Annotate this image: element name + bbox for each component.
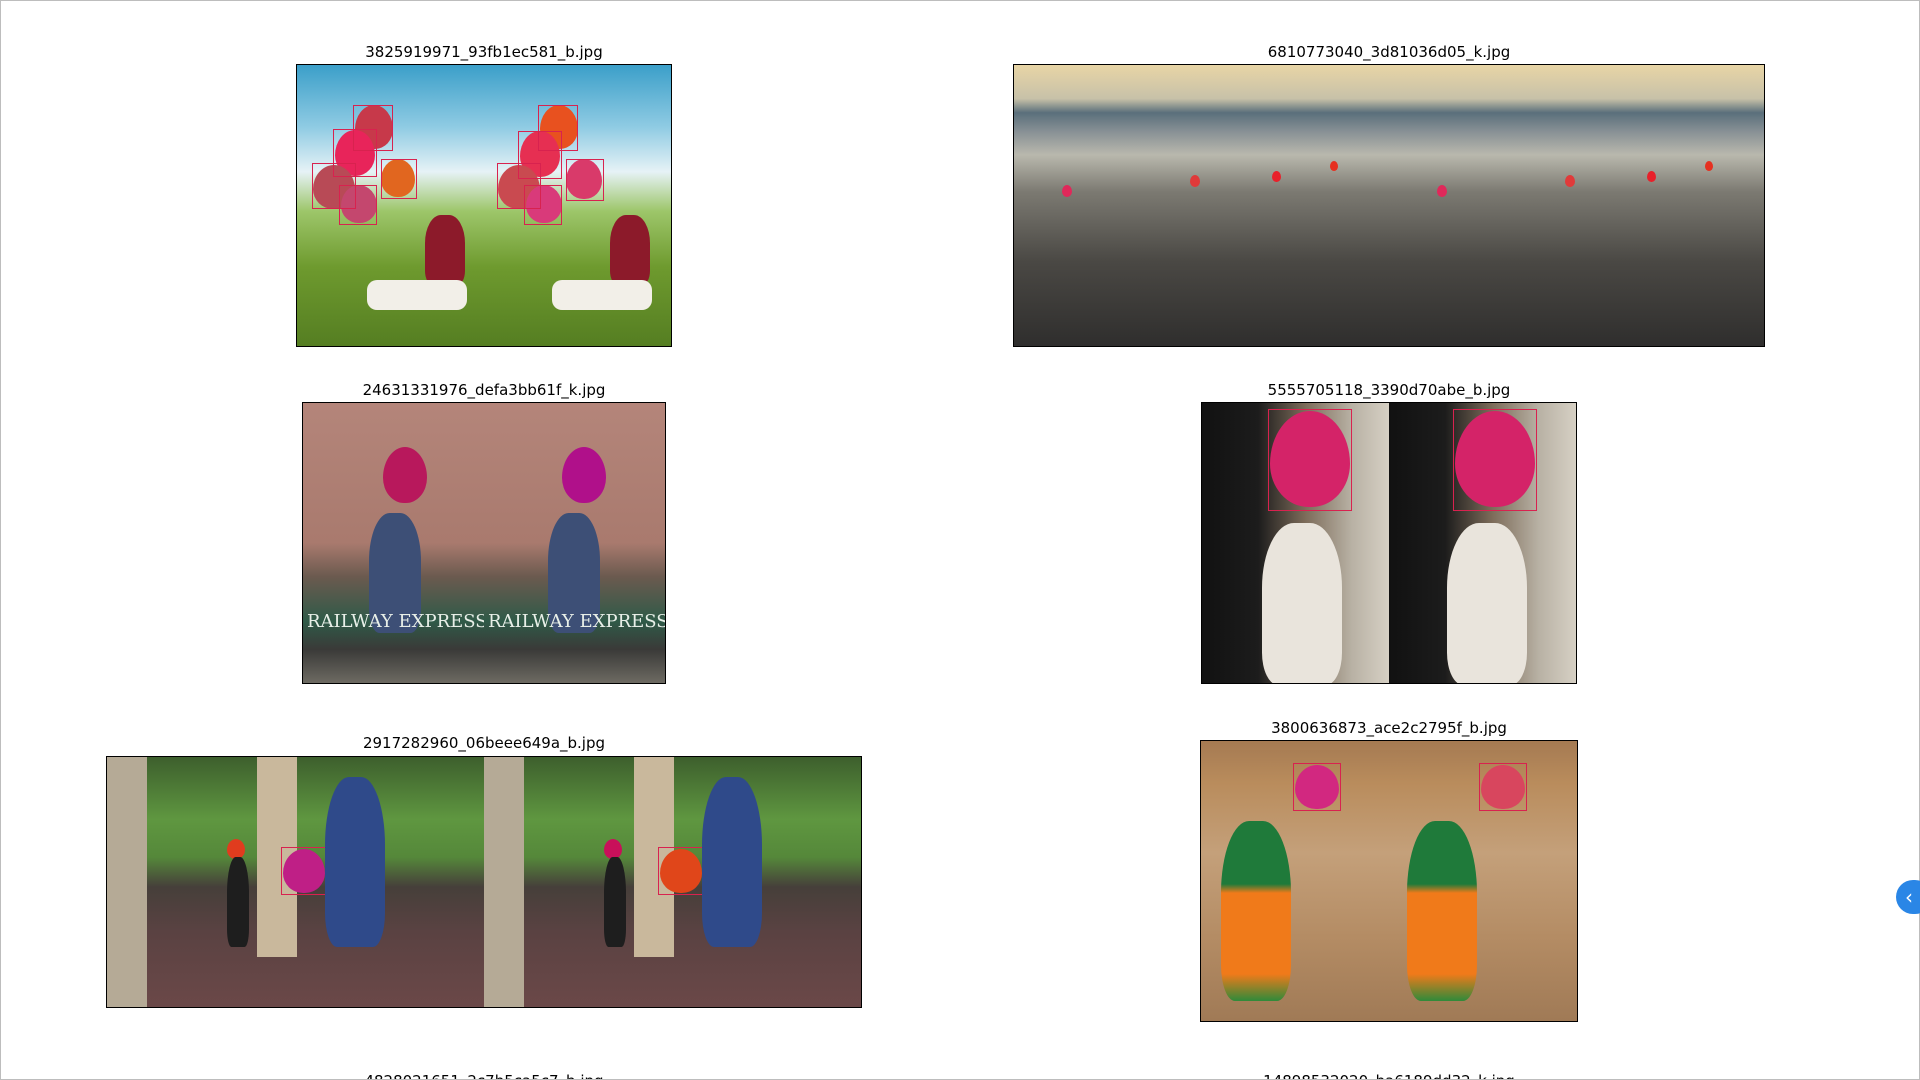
railway-sign: RAILWAY EXPRESS bbox=[488, 611, 665, 632]
predicted-image bbox=[1389, 741, 1577, 1021]
detection-box bbox=[524, 185, 562, 225]
detection-box bbox=[1293, 763, 1341, 811]
image-pair[interactable] bbox=[1013, 64, 1765, 347]
image-panel: 2917282960_06beee649a_b.jpg bbox=[106, 732, 862, 1008]
child-figure bbox=[1262, 523, 1342, 683]
child-figure bbox=[604, 857, 626, 947]
pillar bbox=[484, 757, 524, 1007]
adult-figure bbox=[325, 777, 385, 947]
balloon bbox=[1437, 185, 1447, 197]
balloon bbox=[227, 839, 245, 859]
detection-box bbox=[281, 847, 327, 895]
detection-box bbox=[381, 159, 417, 199]
image-panel: 3800636873_ace2c2795f_b.jpg bbox=[1200, 717, 1578, 1022]
balloon bbox=[1647, 171, 1656, 182]
original-image: RAILWAY EXPRESS bbox=[303, 403, 484, 683]
image-pair[interactable] bbox=[106, 756, 862, 1008]
original-image bbox=[1202, 403, 1389, 683]
image-filename: 4828021651_2c7b5ca5c7_b.jpg bbox=[296, 1072, 672, 1079]
predicted-image bbox=[1389, 65, 1764, 346]
image-panel: 3825919971_93fb1ec581_b.jpg bbox=[296, 41, 672, 347]
image-filename: 2917282960_06beee649a_b.jpg bbox=[362, 734, 606, 752]
image-filename: 3825919971_93fb1ec581_b.jpg bbox=[365, 43, 603, 61]
pillar bbox=[107, 757, 147, 1007]
balloon bbox=[604, 839, 622, 859]
original-image bbox=[297, 65, 484, 346]
balloon bbox=[1565, 175, 1575, 187]
balloon bbox=[1330, 161, 1338, 171]
balloon bbox=[1272, 171, 1281, 182]
predicted-image bbox=[484, 65, 671, 346]
child-figure bbox=[1407, 821, 1477, 1001]
image-pair[interactable]: RAILWAY EXPRESS RAILWAY EXPRESS bbox=[302, 402, 666, 684]
predicted-image bbox=[484, 757, 861, 1007]
detection-box bbox=[339, 185, 377, 225]
child-figure bbox=[227, 857, 249, 947]
child-figure bbox=[610, 215, 650, 285]
original-image bbox=[1201, 741, 1389, 1021]
child-figure bbox=[425, 215, 465, 285]
child-figure bbox=[1221, 821, 1291, 1001]
blanket bbox=[367, 280, 467, 310]
image-pair[interactable] bbox=[1200, 740, 1578, 1022]
image-panel: 6810773040_3d81036d05_k.jpg bbox=[1013, 41, 1765, 347]
balloon bbox=[1062, 185, 1072, 197]
predicted-image bbox=[1389, 403, 1576, 683]
railway-sign: RAILWAY EXPRESS bbox=[307, 611, 484, 632]
image-filename: 24631331976_defa3bb61f_k.jpg bbox=[362, 381, 606, 399]
balloon bbox=[562, 447, 606, 503]
image-panel: 24631331976_defa3bb61f_k.jpg RAILWAY EXP… bbox=[302, 379, 666, 684]
detection-box bbox=[1479, 763, 1527, 811]
original-image bbox=[1014, 65, 1389, 346]
balloon bbox=[383, 447, 427, 503]
balloon bbox=[1705, 161, 1713, 171]
predicted-image: RAILWAY EXPRESS bbox=[484, 403, 665, 683]
gallery-viewport[interactable]: 3825919971_93fb1ec581_b.jpg 6810773040_3… bbox=[0, 0, 1920, 1080]
image-filename: 6810773040_3d81036d05_k.jpg bbox=[1267, 43, 1511, 61]
blanket bbox=[552, 280, 652, 310]
image-filename: 14898532020_ba6189dd32_k.jpg bbox=[1201, 1072, 1577, 1079]
original-image bbox=[107, 757, 484, 1007]
image-filename: 5555705118_3390d70abe_b.jpg bbox=[1267, 381, 1511, 399]
image-filename: 3800636873_ace2c2795f_b.jpg bbox=[1271, 719, 1507, 737]
adult-figure bbox=[702, 777, 762, 947]
image-pair[interactable] bbox=[1201, 402, 1577, 684]
child-figure bbox=[1447, 523, 1527, 683]
detection-box bbox=[1453, 409, 1537, 511]
detection-box bbox=[566, 159, 604, 201]
detection-box bbox=[1268, 409, 1352, 511]
balloon bbox=[1190, 175, 1200, 187]
image-panel: 5555705118_3390d70abe_b.jpg bbox=[1201, 379, 1577, 684]
image-pair[interactable] bbox=[296, 64, 672, 347]
detection-box bbox=[658, 847, 704, 895]
image-panel: 4828021651_2c7b5ca5c7_b.jpg bbox=[296, 1070, 672, 1079]
image-panel: 14898532020_ba6189dd32_k.jpg bbox=[1201, 1070, 1577, 1079]
